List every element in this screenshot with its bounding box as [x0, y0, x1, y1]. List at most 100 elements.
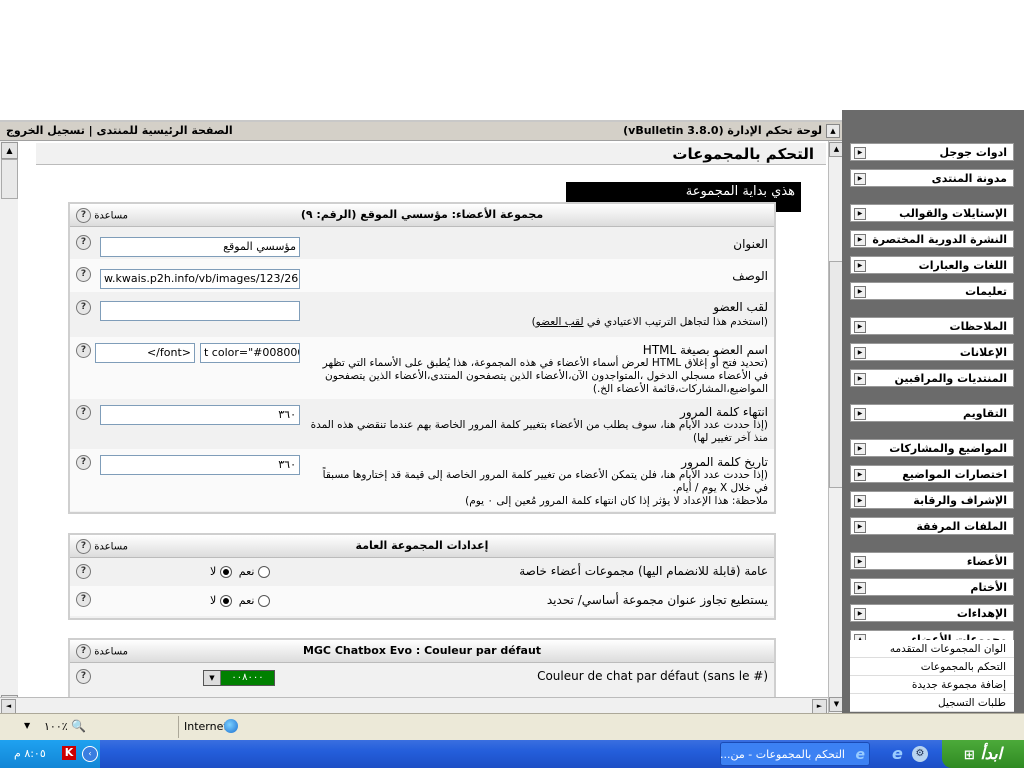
html-open-input[interactable]: t color="#008000"> — [200, 343, 300, 363]
ie-quicklaunch-icon[interactable]: e — [892, 744, 903, 763]
sidebar-subitem[interactable]: التحكم بالمجموعات — [850, 658, 1014, 676]
sidebar-item[interactable]: المنتديات والمراقبين ▶ — [850, 369, 1014, 387]
public-yes-radio[interactable] — [257, 566, 270, 578]
sidebar-item[interactable]: المواضيع والمشاركات ▶ — [850, 439, 1014, 457]
description-input[interactable]: w.kwais.p2h.info/vb/images/123/26.gif> — [100, 269, 300, 289]
sidebar-item[interactable]: التقاويم ▶ — [850, 404, 1014, 422]
sidebar-item-label: المنتديات والمراقبين — [894, 372, 1007, 385]
expand-icon[interactable]: ▶ — [854, 147, 866, 159]
sidebar-item[interactable]: اختصارات المواضيع ▶ — [850, 465, 1014, 483]
sidebar-subitem[interactable]: الوان المجموعات المتقدمه — [850, 640, 1014, 658]
title-input[interactable]: مؤسسي الموقع — [100, 237, 300, 257]
sidebar-item[interactable]: الملفات المرفقة ▶ — [850, 517, 1014, 535]
general-settings-table: إعدادات المجموعة العامة ? مساعدة ? نعم ل… — [68, 533, 776, 620]
help-icon[interactable]: ? — [76, 343, 91, 358]
user-title-input[interactable] — [100, 301, 300, 321]
html-close-input[interactable]: </font> — [95, 343, 195, 363]
expand-icon[interactable]: ▶ — [854, 208, 866, 220]
user-title-link[interactable]: لقب العضو — [536, 316, 584, 328]
scroll-right-icon[interactable]: ► — [812, 699, 827, 714]
override-no-radio[interactable] — [219, 595, 232, 607]
chevron-down-icon[interactable]: ▼ — [24, 721, 30, 730]
chevron-down-icon[interactable]: ▼ — [204, 671, 221, 685]
taskbar-window-button[interactable]: التحكم بالمجموعات - من... e — [720, 742, 870, 766]
expand-icon[interactable]: ▶ — [854, 469, 866, 481]
help-icon[interactable]: ? — [76, 669, 91, 684]
expand-icon[interactable]: ▶ — [854, 556, 866, 568]
zoom-icon[interactable]: 🔍 — [71, 719, 86, 733]
help-link[interactable]: ? مساعدة — [76, 539, 128, 554]
sidebar-item-label: الأعضاء — [966, 555, 1007, 568]
home-link[interactable]: الصفحة الرئيسية للمنتدى — [97, 124, 233, 137]
expand-icon[interactable]: ▶ — [854, 608, 866, 620]
left-scrollbar[interactable]: ▲ ▼ — [0, 141, 19, 713]
override-title-radios: نعم لا — [210, 594, 270, 607]
sidebar-item[interactable]: تعليمات ▶ — [850, 282, 1014, 300]
top-blank-area — [0, 0, 1024, 120]
ie-icon: e — [855, 747, 866, 763]
help-icon[interactable]: ? — [76, 592, 91, 607]
expand-icon[interactable]: ▶ — [854, 443, 866, 455]
row-chatbox-color: ? ▼ ٠٠٨٠٠٠ Couleur de chat par défaut (s… — [70, 663, 774, 693]
sidebar-item[interactable]: الأختام ▶ — [850, 578, 1014, 596]
admin-sidebar: ادوات جوجل ▶ مدونة المنتدى ▶ الإستايلات والق… — [842, 110, 1024, 713]
scrollbar-thumb[interactable] — [1, 159, 18, 199]
expand-icon[interactable]: ▶ — [854, 582, 866, 594]
system-tray: ٨:٠٥ م K ‹ — [0, 740, 100, 768]
expand-icon[interactable]: ▶ — [854, 234, 866, 246]
start-button[interactable]: ابدأ ⊞ — [942, 740, 1024, 768]
expand-icon[interactable]: ▶ — [854, 521, 866, 533]
help-icon[interactable]: ? — [76, 455, 91, 470]
sidebar-item[interactable]: ادوات جوجل ▶ — [850, 143, 1014, 161]
help-link[interactable]: ? مساعدة — [76, 208, 128, 223]
help-icon[interactable]: ? — [76, 267, 91, 282]
sidebar-item[interactable]: الإشراف والرقابة ▶ — [850, 491, 1014, 509]
scroll-left-icon[interactable]: ◄ — [1, 699, 16, 714]
chevron-left-icon[interactable]: ‹ — [82, 746, 98, 762]
help-icon[interactable]: ? — [76, 300, 91, 315]
logout-link[interactable]: تسجيل الخروج — [6, 124, 85, 137]
expand-icon[interactable]: ▶ — [854, 347, 866, 359]
public-no-radio[interactable] — [219, 566, 232, 578]
sidebar-item[interactable]: النشرة الدورية المختصرة ▶ — [850, 230, 1014, 248]
sidebar-item-label: ادوات جوجل — [939, 146, 1007, 159]
expand-icon[interactable]: ▶ — [854, 321, 866, 333]
sidebar-subitem[interactable]: إضافة مجموعة جديدة — [850, 676, 1014, 694]
help-link[interactable]: ? مساعدة — [76, 644, 128, 659]
expand-icon[interactable]: ▶ — [854, 260, 866, 272]
sidebar-item[interactable]: الإعلانات ▶ — [850, 343, 1014, 361]
horizontal-scrollbar[interactable]: ◄ ► — [0, 697, 828, 714]
help-icon[interactable]: ? — [76, 564, 91, 579]
sidebar-item[interactable]: مدونة المنتدى ▶ — [850, 169, 1014, 187]
password-history-input[interactable]: ٣٦٠ — [100, 455, 300, 475]
help-icon[interactable]: ? — [76, 208, 91, 223]
row-description: ? w.kwais.p2h.info/vb/images/123/26.gif>… — [70, 259, 774, 292]
help-icon[interactable]: ? — [76, 405, 91, 420]
chevron-up-icon[interactable]: ▲ — [826, 124, 840, 138]
zoom-level[interactable]: ١٠٠٪ — [44, 720, 68, 733]
expand-icon[interactable]: ▶ — [854, 495, 866, 507]
help-icon[interactable]: ? — [76, 644, 91, 659]
sidebar-item[interactable]: الأعضاء ▶ — [850, 552, 1014, 570]
sidebar-item[interactable]: الإستايلات والقوالب ▶ — [850, 204, 1014, 222]
expand-icon[interactable]: ▶ — [854, 408, 866, 420]
expand-icon[interactable]: ▶ — [854, 373, 866, 385]
user-title-desc: (استخدم هذا لتجاهل الترتيب الاعتيادي في … — [531, 316, 768, 328]
password-expiry-input[interactable]: ٣٦٠ — [100, 405, 300, 425]
help-icon[interactable]: ? — [76, 235, 91, 250]
expand-icon[interactable]: ▶ — [854, 286, 866, 298]
settings-quicklaunch-icon[interactable]: ⚙ — [912, 746, 928, 762]
content-scrollbar[interactable]: ▲ ▼ — [828, 141, 844, 713]
globe-icon — [224, 719, 238, 733]
help-icon[interactable]: ? — [76, 539, 91, 554]
sidebar-item[interactable]: اللغات والعبارات ▶ — [850, 256, 1014, 274]
sidebar-item[interactable]: الإهداءات ▶ — [850, 604, 1014, 622]
override-yes-radio[interactable] — [257, 595, 270, 607]
scroll-up-icon[interactable]: ▲ — [1, 142, 18, 159]
sidebar-item[interactable]: الملاحظات ▶ — [850, 317, 1014, 335]
sidebar-item-label: الملاحظات — [949, 320, 1007, 333]
expand-icon[interactable]: ▶ — [854, 173, 866, 185]
sidebar-subitem[interactable]: طلبات التسجيل — [850, 694, 1014, 712]
color-select[interactable]: ▼ ٠٠٨٠٠٠ — [203, 670, 275, 686]
antivirus-icon[interactable]: K — [62, 746, 76, 760]
